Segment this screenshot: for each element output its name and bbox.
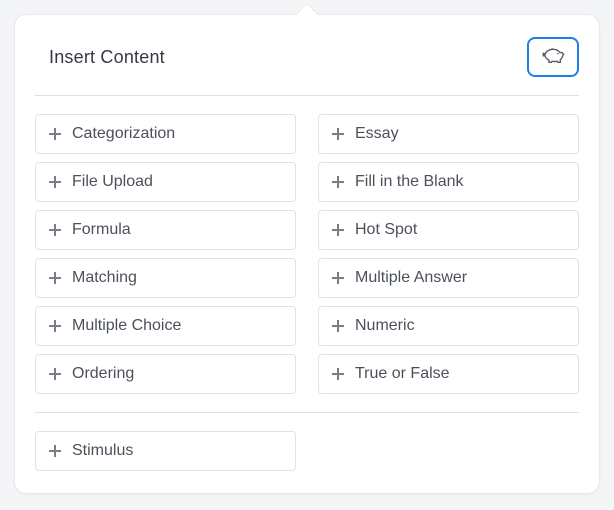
tile-label: Multiple Choice [72, 317, 181, 335]
plus-icon [329, 221, 347, 239]
question-types-section: Categorization Essay File Upload Fill in th… [35, 96, 579, 394]
tile-label: Ordering [72, 365, 134, 383]
panel-header: Insert Content [35, 33, 579, 96]
add-ordering-button[interactable]: Ordering [35, 354, 296, 394]
add-fill-in-the-blank-button[interactable]: Fill in the Blank [318, 162, 579, 202]
plus-icon [329, 365, 347, 383]
plus-icon [46, 221, 64, 239]
tile-label: Essay [355, 125, 399, 143]
plus-icon [46, 173, 64, 191]
tile-label: Categorization [72, 125, 175, 143]
add-essay-button[interactable]: Essay [318, 114, 579, 154]
piggybank-icon [540, 42, 566, 73]
add-file-upload-button[interactable]: File Upload [35, 162, 296, 202]
page-title: Insert Content [49, 47, 165, 68]
extras-row: Stimulus [35, 431, 579, 471]
plus-icon [329, 269, 347, 287]
add-hot-spot-button[interactable]: Hot Spot [318, 210, 579, 250]
insert-content-panel: Insert Content Categorization Essay File U… [14, 14, 600, 494]
plus-icon [46, 442, 64, 460]
add-matching-button[interactable]: Matching [35, 258, 296, 298]
tile-label: File Upload [72, 173, 153, 191]
plus-icon [329, 317, 347, 335]
add-stimulus-button[interactable]: Stimulus [35, 431, 296, 471]
tile-label: Matching [72, 269, 137, 287]
extras-section: Stimulus [35, 413, 579, 471]
tile-label: Numeric [355, 317, 415, 335]
add-multiple-choice-button[interactable]: Multiple Choice [35, 306, 296, 346]
add-formula-button[interactable]: Formula [35, 210, 296, 250]
tile-label: True or False [355, 365, 450, 383]
tile-label: Hot Spot [355, 221, 417, 239]
plus-icon [46, 317, 64, 335]
tile-label: Stimulus [72, 442, 133, 460]
tile-label: Formula [72, 221, 131, 239]
plus-icon [46, 365, 64, 383]
plus-icon [329, 173, 347, 191]
add-multiple-answer-button[interactable]: Multiple Answer [318, 258, 579, 298]
question-types-grid: Categorization Essay File Upload Fill in th… [35, 114, 579, 394]
plus-icon [46, 125, 64, 143]
plus-icon [46, 269, 64, 287]
add-categorization-button[interactable]: Categorization [35, 114, 296, 154]
item-bank-button[interactable] [527, 37, 579, 77]
add-numeric-button[interactable]: Numeric [318, 306, 579, 346]
add-true-or-false-button[interactable]: True or False [318, 354, 579, 394]
panel-notch [296, 3, 319, 26]
tile-label: Multiple Answer [355, 269, 467, 287]
tile-label: Fill in the Blank [355, 173, 464, 191]
plus-icon [329, 125, 347, 143]
